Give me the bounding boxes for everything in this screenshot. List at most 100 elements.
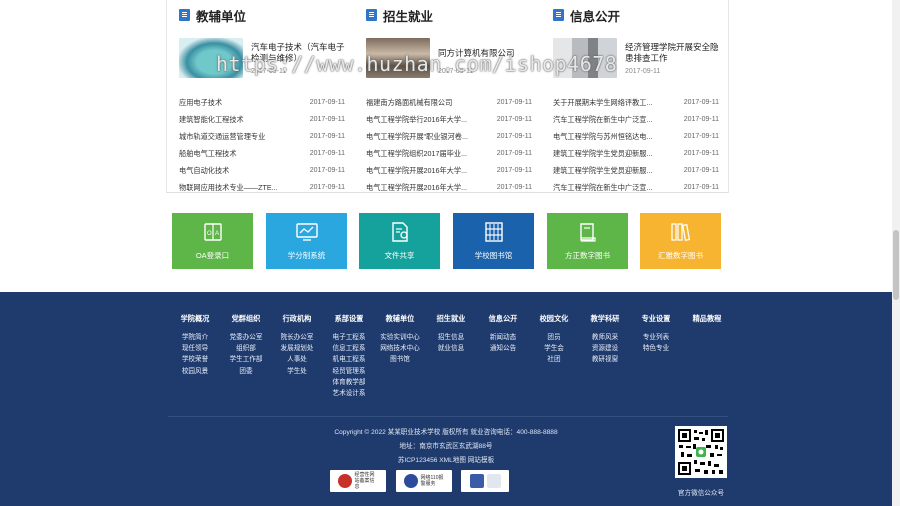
list-item[interactable]: 电气工程学院组织2017届毕业... 2017-09-11 — [358, 145, 540, 162]
list-item[interactable]: 关于开展期末学生网络评教工... 2017-09-11 — [545, 94, 727, 111]
news-list: 关于开展期末学生网络评教工... 2017-09-11 汽车工程学院在新生中广泛宣… — [545, 94, 727, 196]
footer-link[interactable]: 资源建设 — [579, 343, 631, 354]
svg-text:A: A — [215, 231, 219, 237]
footer-link[interactable]: 特色专业 — [630, 343, 682, 354]
footer-column: 教学科研 教师风采 资源建设 教研视窗 — [579, 314, 631, 366]
footer-link[interactable]: 通知公告 — [477, 343, 529, 354]
footer-link[interactable]: 社团 — [528, 354, 580, 365]
footer-link[interactable]: 团员 — [528, 332, 580, 343]
list-item[interactable]: 电气工程学院开展2016年大学... 2017-09-11 — [358, 179, 540, 196]
badge-credit[interactable] — [461, 470, 509, 492]
footer-link[interactable]: 团委 — [220, 366, 272, 377]
list-item[interactable]: 船舶电气工程技术 2017-09-11 — [171, 145, 353, 162]
list-item[interactable]: 电气工程学院开展"职业银河卷... 2017-09-11 — [358, 128, 540, 145]
badge-police-110[interactable]: 网络110报警服务 — [396, 470, 452, 492]
footer-heading[interactable]: 学院概况 — [169, 314, 221, 324]
featured-news[interactable]: 同方计算机有限公司 2017-09-11 — [358, 38, 540, 90]
list-item[interactable]: 汽车工程学院在新生中广泛宣... 2017-09-11 — [545, 179, 727, 196]
footer-link[interactable]: 机电工程系 — [323, 354, 375, 365]
footer-link[interactable]: 教研视窗 — [579, 354, 631, 365]
footer-link[interactable]: 体育教学部 — [323, 377, 375, 388]
footer-link[interactable]: 人事处 — [271, 354, 323, 365]
tile-label: 汇雅数字图书 — [658, 251, 703, 260]
page-scrollbar[interactable] — [892, 0, 900, 506]
footer-link[interactable]: 电子工程系 — [323, 332, 375, 343]
list-item[interactable]: 汽车工程学院在新生中广泛宣... 2017-09-11 — [545, 111, 727, 128]
list-item[interactable]: 城市轨道交通运营管理专业 2017-09-11 — [171, 128, 353, 145]
featured-news-image[interactable] — [366, 38, 430, 78]
document-icon — [179, 9, 190, 21]
footer-link[interactable]: 学生工作部 — [220, 354, 272, 365]
badge-website-filing[interactable]: 经营性网站备案信息 — [330, 470, 386, 492]
footer-column: 招生就业 招生信息 就业信息 — [425, 314, 477, 354]
footer-heading[interactable]: 精品教程 — [681, 314, 733, 324]
footer-link[interactable]: 图书馆 — [374, 354, 426, 365]
tile-school-library[interactable]: 学校图书馆 — [453, 213, 534, 269]
footer-link[interactable]: 现任领导 — [169, 343, 221, 354]
footer-link[interactable]: 专业列表 — [630, 332, 682, 343]
police-shield-icon — [403, 474, 418, 488]
featured-news-title[interactable]: 经济管理学院开展安全隐患排查工作 — [625, 42, 725, 64]
footer-link[interactable]: 就业信息 — [425, 343, 477, 354]
footer-heading[interactable]: 党群组织 — [220, 314, 272, 324]
list-item[interactable]: 电气工程学院举行2016年大学... 2017-09-11 — [358, 111, 540, 128]
list-item[interactable]: 电气工程学院开展2016年大学... 2017-09-11 — [358, 162, 540, 179]
list-item[interactable]: 电气工程学院与苏州恒铭达电... 2017-09-11 — [545, 128, 727, 145]
footer-link[interactable]: 组织部 — [220, 343, 272, 354]
footer-link[interactable]: 发展规划处 — [271, 343, 323, 354]
book-icon — [579, 223, 596, 242]
tile-credit-system[interactable]: 学分制系统 — [266, 213, 347, 269]
footer-heading[interactable]: 招生就业 — [425, 314, 477, 324]
column-title[interactable]: 招生就业 — [383, 6, 433, 25]
footer-heading[interactable]: 信息公开 — [477, 314, 529, 324]
footer-link[interactable]: 信息工程系 — [323, 343, 375, 354]
footer-link[interactable]: 院长办公室 — [271, 332, 323, 343]
featured-news-title[interactable]: 汽车电子技术（汽车电子检测与维修） — [251, 42, 351, 64]
footer-link[interactable]: 艺术设计系 — [323, 388, 375, 399]
list-item[interactable]: 电气自动化技术 2017-09-11 — [171, 162, 353, 179]
tile-file-share[interactable]: 文件共享 — [359, 213, 440, 269]
scrollbar-thumb[interactable] — [893, 230, 899, 300]
footer-link[interactable]: 学生会 — [528, 343, 580, 354]
column-title[interactable]: 信息公开 — [570, 6, 620, 25]
footer-column: 教辅单位 实验实训中心 网络技术中心 图书馆 — [374, 314, 426, 366]
footer-heading[interactable]: 专业设置 — [630, 314, 682, 324]
tile-oa-login[interactable]: OA OA登录口 — [172, 213, 253, 269]
icp-text[interactable]: 苏ICP123456 XML地图 网站模板 — [0, 454, 892, 464]
featured-news-image[interactable] — [179, 38, 243, 78]
footer-heading[interactable]: 校园文化 — [528, 314, 580, 324]
column-title[interactable]: 教辅单位 — [196, 6, 246, 25]
list-item[interactable]: 福建南方路面机械有限公司 2017-09-11 — [358, 94, 540, 111]
footer-link[interactable]: 学院简介 — [169, 332, 221, 343]
tile-huiya-ebook[interactable]: 汇雅数字图书 — [640, 213, 721, 269]
footer-link[interactable]: 校园风景 — [169, 366, 221, 377]
tile-founder-ebook[interactable]: 方正数字图书 — [547, 213, 628, 269]
footer-link[interactable]: 学生处 — [271, 366, 323, 377]
footer-link[interactable]: 网络技术中心 — [374, 343, 426, 354]
footer-link[interactable]: 经贸管理系 — [323, 366, 375, 377]
footer-column: 学院概况 学院简介 现任领导 学校荣誉 校园风景 — [169, 314, 221, 377]
footer-link[interactable]: 新闻动态 — [477, 332, 529, 343]
list-item[interactable]: 应用电子技术 2017-09-11 — [171, 94, 353, 111]
footer-link[interactable]: 学校荣誉 — [169, 354, 221, 365]
footer-heading[interactable]: 系部设置 — [323, 314, 375, 324]
footer-link[interactable]: 实验实训中心 — [374, 332, 426, 343]
svg-text:O: O — [207, 231, 212, 237]
list-item[interactable]: 建筑智能化工程技术 2017-09-11 — [171, 111, 353, 128]
footer-link[interactable]: 党委办公室 — [220, 332, 272, 343]
column-xinxi: 信息公开 经济管理学院开展安全隐患排查工作 2017-09-11 关于开展期末学… — [545, 0, 727, 196]
list-item[interactable]: 建筑工程学院学生党员迎新服... 2017-09-11 — [545, 162, 727, 179]
news-list: 福建南方路面机械有限公司 2017-09-11 电气工程学院举行2016年大学..… — [358, 94, 540, 196]
page: 教辅单位 汽车电子技术（汽车电子检测与维修） 2017-09-11 应用电子技术… — [0, 0, 900, 506]
list-item[interactable]: 物联网应用技术专业——ZTE... 2017-09-11 — [171, 179, 353, 196]
list-item[interactable]: 建筑工程学院学生党员迎新服... 2017-09-11 — [545, 145, 727, 162]
featured-news-title[interactable]: 同方计算机有限公司 — [438, 48, 538, 59]
footer-link[interactable]: 招生信息 — [425, 332, 477, 343]
featured-news[interactable]: 汽车电子技术（汽车电子检测与维修） 2017-09-11 — [171, 38, 353, 90]
featured-news[interactable]: 经济管理学院开展安全隐患排查工作 2017-09-11 — [545, 38, 727, 90]
footer-heading[interactable]: 教学科研 — [579, 314, 631, 324]
featured-news-image[interactable] — [553, 38, 617, 78]
footer-heading[interactable]: 教辅单位 — [374, 314, 426, 324]
footer-link[interactable]: 教师风采 — [579, 332, 631, 343]
footer-heading[interactable]: 行政机构 — [271, 314, 323, 324]
